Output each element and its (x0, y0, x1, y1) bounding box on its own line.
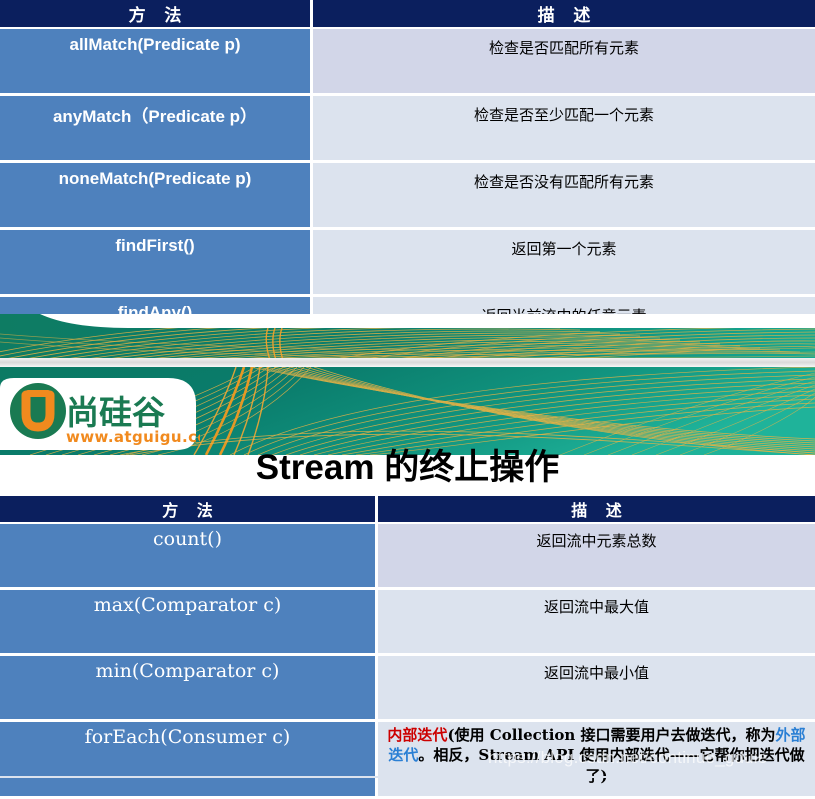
page-title: Stream 的终止操作 (0, 444, 815, 492)
table-two-header-row: 方 法 描 述 (0, 496, 815, 524)
logo-brand-text: 尚硅谷 (66, 393, 165, 432)
table-two-header-method: 方 法 (0, 496, 378, 524)
method-cell-foreach: forEach(Consumer c) (0, 722, 378, 799)
table-two-head: 方 法 描 述 (0, 496, 815, 524)
foreach-desc-part-four: 。相反，Stream API 使用内部迭代——它帮你把迭代做了) (418, 746, 805, 784)
logo-u-mark (10, 383, 66, 439)
table-two-header-description: 描 述 (378, 496, 815, 524)
stream-match-find-table: 方 法 描 述 allMatch(Predicate p) 检查是否匹配所有元素… (0, 0, 815, 364)
method-cell-findfirst: findFirst() (0, 230, 313, 297)
table-one-header-row: 方 法 描 述 (0, 0, 815, 29)
page-title-latin: Stream (255, 448, 375, 487)
method-cell-nonematch: noneMatch(Predicate p) (0, 163, 313, 230)
table-one-header-description: 描 述 (313, 0, 815, 29)
footer-decorative-band (0, 314, 815, 358)
table-one-header-method: 方 法 (0, 0, 313, 29)
description-cell-nonematch: 检查是否没有匹配所有元素 (313, 163, 815, 230)
table-row: allMatch(Predicate p) 检查是否匹配所有元素 (0, 29, 815, 96)
atguigu-logo: 尚硅谷 www.atguigu.com (0, 378, 224, 450)
method-cell-count: count() (0, 524, 378, 590)
stream-terminal-operations-table: 方 法 描 述 count() 返回流中元素总数 max(Comparator … (0, 496, 815, 799)
description-cell-max: 返回流中最大值 (378, 590, 815, 656)
description-cell-min: 返回流中最小值 (378, 656, 815, 722)
description-cell-allmatch: 检查是否匹配所有元素 (313, 29, 815, 96)
method-cell-anymatch: anyMatch（Predicate p） (0, 96, 313, 163)
table-row: findFirst() 返回第一个元素 (0, 230, 815, 297)
method-cell-max: max(Comparator c) (0, 590, 378, 656)
description-cell-foreach: 内部迭代(使用 Collection 接口需要用户去做迭代，称为外部迭代。相反，… (378, 722, 815, 799)
table-row: max(Comparator c) 返回流中最大值 (0, 590, 815, 656)
previous-slide-footer-band (0, 314, 815, 358)
table-row: count() 返回流中元素总数 (0, 524, 815, 590)
table-row: min(Comparator c) 返回流中最小值 (0, 656, 815, 722)
logo-svg: 尚硅谷 www.atguigu.com (0, 378, 224, 450)
table-one-head: 方 法 描 述 (0, 0, 815, 29)
table-row: anyMatch（Predicate p） 检查是否至少匹配一个元素 (0, 96, 815, 163)
description-cell-findfirst: 返回第一个元素 (313, 230, 815, 297)
table-row: noneMatch(Predicate p) 检查是否没有匹配所有元素 (0, 163, 815, 230)
table-two-body: count() 返回流中元素总数 max(Comparator c) 返回流中最… (0, 524, 815, 799)
page-title-cjk: 的终止操作 (374, 448, 560, 487)
table-row: forEach(Consumer c) 内部迭代(使用 Collection 接… (0, 722, 815, 799)
foreach-desc-part-two: (使用 Collection 接口需要用户去做迭代，称为 (447, 726, 776, 744)
method-cell-allmatch: allMatch(Predicate p) (0, 29, 313, 96)
description-cell-count: 返回流中元素总数 (378, 524, 815, 590)
slide-gap-divider (0, 358, 815, 367)
method-cell-min: min(Comparator c) (0, 656, 378, 722)
internal-iteration-keyword: 内部迭代 (387, 726, 448, 744)
description-cell-anymatch: 检查是否至少匹配一个元素 (313, 96, 815, 163)
